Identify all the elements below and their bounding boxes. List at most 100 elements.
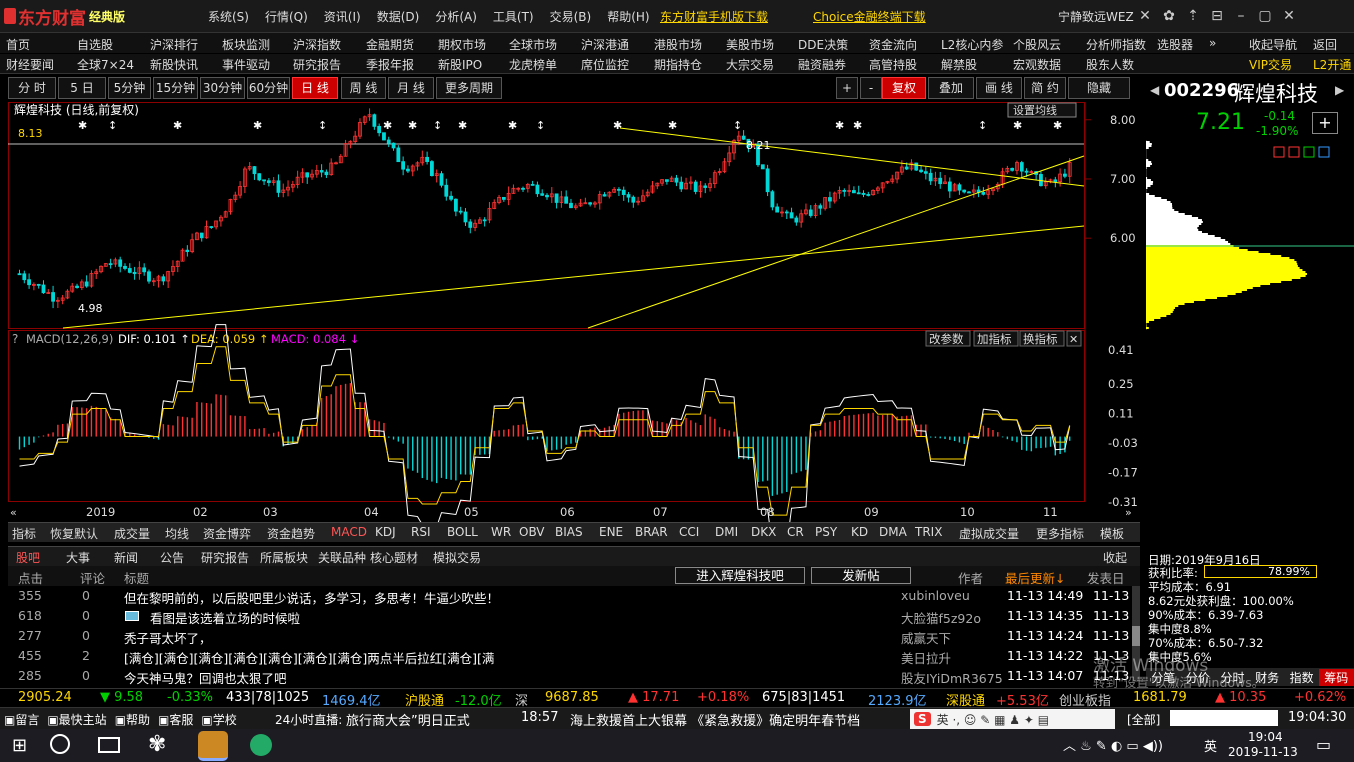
nav1-item-9[interactable]: 港股市场 <box>654 36 702 53</box>
col-author[interactable]: 作者 <box>958 568 983 587</box>
menu-item-3[interactable]: 数据(D) <box>377 8 420 25</box>
period-8[interactable]: 月 线 <box>388 77 434 99</box>
indicator-2[interactable]: 成交量 <box>114 525 150 542</box>
nav1-item-3[interactable]: 板块监测 <box>222 36 270 53</box>
nav2-item-1[interactable]: 全球7×24 <box>77 56 134 73</box>
nav1-item-15[interactable]: 分析师指数 <box>1086 36 1146 53</box>
nav1-item-1[interactable]: 自选股 <box>77 36 113 53</box>
col-updated[interactable]: 最后更新↓ <box>1005 568 1065 587</box>
indicator-6[interactable]: MACD <box>331 525 367 539</box>
news-headline[interactable]: 海上救援首上大银幕 《紧急救援》确定明年春节档 <box>570 710 860 729</box>
indicator-22[interactable]: TRIX <box>915 525 942 539</box>
event-marker[interactable]: ✱ <box>508 119 517 132</box>
status-item-2[interactable]: ▣帮助 <box>115 711 150 728</box>
nav1-item-14[interactable]: 个股风云 <box>1013 36 1061 53</box>
indicator-3[interactable]: 均线 <box>165 525 189 542</box>
forum-tab-5[interactable]: 所属板块 <box>260 549 308 566</box>
indicator-10[interactable]: WR <box>491 525 511 539</box>
chip-tab-5[interactable]: 筹码 <box>1318 668 1354 686</box>
next-stock-icon[interactable]: ▶ <box>1335 83 1344 97</box>
tray-icons[interactable]: ︿ ♨ ✎ ◐ ▭ ◀)) <box>1063 735 1163 754</box>
col-title[interactable]: 标题 <box>124 568 149 587</box>
nav1-item-10[interactable]: 美股市场 <box>726 36 774 53</box>
indicator-8[interactable]: RSI <box>411 525 431 539</box>
app-icon-fan[interactable]: ✾ <box>148 732 166 757</box>
chart-tool-4[interactable]: 画 线 <box>976 77 1022 99</box>
post-title[interactable]: 今天神马鬼？回调也太狠了吧 <box>124 668 287 687</box>
chart-tool-2[interactable]: 复权 <box>882 77 926 99</box>
enter-forum-button[interactable]: 进入辉煌科技吧 <box>675 567 805 584</box>
nav2-item-8[interactable]: 席位监控 <box>581 56 629 73</box>
maximize-icon[interactable]: ▢ <box>1253 4 1277 28</box>
nav1-item-11[interactable]: DDE决策 <box>798 36 848 53</box>
search-icon[interactable] <box>50 734 70 754</box>
nav1-item-19[interactable]: 返回 <box>1313 36 1337 53</box>
event-marker[interactable]: ✱ <box>173 119 182 132</box>
post-title[interactable]: 秃子哥太坏了， <box>124 628 212 647</box>
forum-tab-6[interactable]: 关联品种 <box>318 549 366 566</box>
indicator-18[interactable]: CR <box>787 525 804 539</box>
col-posted[interactable]: 发表日 <box>1087 568 1125 587</box>
nav1-item-12[interactable]: 资金流向 <box>869 36 917 53</box>
minimize-icon[interactable]: – <box>1229 4 1253 28</box>
indicator-25[interactable]: 模板 <box>1100 525 1124 542</box>
collapse-icon[interactable]: ⊟ <box>1205 4 1229 28</box>
event-marker[interactable]: ↕ <box>433 119 442 132</box>
macd-close-icon[interactable]: ✕ <box>1066 330 1082 347</box>
sh-index[interactable]: 2905.24 <box>18 690 72 705</box>
macd-btn-0[interactable]: 改参数 <box>925 330 971 347</box>
close-icon[interactable]: ✕ <box>1277 4 1301 28</box>
indicator-14[interactable]: BRAR <box>635 525 668 539</box>
event-marker[interactable]: ✱ <box>458 119 467 132</box>
chart-tool-1[interactable]: - <box>860 77 882 99</box>
forum-tab-4[interactable]: 研究报告 <box>201 549 249 566</box>
post-title[interactable]: [满仓][满仓][满仓][满仓][满仓][满仓][满仓]两点半后拉红[满仓][满 <box>124 648 494 667</box>
period-5[interactable]: 60分钟 <box>247 77 290 99</box>
all-news-link[interactable]: [全部] <box>1127 711 1160 728</box>
status-item-4[interactable]: ▣学校 <box>201 711 236 728</box>
indicator-4[interactable]: 资金博弈 <box>203 525 251 542</box>
period-9[interactable]: 更多周期 <box>436 77 502 99</box>
indicator-23[interactable]: 虚拟成交量 <box>959 525 1019 542</box>
post-row[interactable]: 355 0 但在黎明前的，以后股吧里少说话，多学习，多思考！牛逼少吹些！ xubinl… <box>8 586 1140 606</box>
prev-stock-icon[interactable]: ◀ <box>1150 83 1159 97</box>
event-marker[interactable]: ✱ <box>1013 119 1022 132</box>
status-item-3[interactable]: ▣客服 <box>158 711 193 728</box>
sogou-ime-icon[interactable]: S <box>914 712 931 726</box>
status-search-input[interactable] <box>1170 710 1278 726</box>
forum-tab-9[interactable]: 收起 <box>1103 549 1127 566</box>
event-marker[interactable]: ↕ <box>318 119 327 132</box>
task-view-icon[interactable] <box>98 737 120 753</box>
indicator-15[interactable]: CCI <box>679 525 699 539</box>
nav2-item-13[interactable]: 解禁股 <box>941 56 977 73</box>
event-marker[interactable]: ✱ <box>668 119 677 132</box>
indicator-24[interactable]: 更多指标 <box>1036 525 1084 542</box>
nav2-item-9[interactable]: 期指持仓 <box>654 56 702 73</box>
col-clicks[interactable]: 点击 <box>18 568 43 587</box>
forum-tab-2[interactable]: 新闻 <box>114 549 138 566</box>
status-item-1[interactable]: ▣最快主站 <box>47 711 106 728</box>
nav1-item-18[interactable]: 收起导航 <box>1249 36 1297 53</box>
period-3[interactable]: 15分钟 <box>153 77 198 99</box>
indicator-19[interactable]: PSY <box>815 525 837 539</box>
event-marker[interactable]: ✱ <box>613 119 622 132</box>
post-row[interactable]: 455 2 [满仓][满仓][满仓][满仓][满仓][满仓][满仓]两点半后拉红[满… <box>8 646 1140 666</box>
nav1-item-13[interactable]: L2核心内参 <box>941 36 1003 53</box>
nav2-item-3[interactable]: 事件驱动 <box>222 56 270 73</box>
nav2-item-10[interactable]: 大宗交易 <box>726 56 774 73</box>
event-marker[interactable]: ↕ <box>733 119 742 132</box>
forum-tab-0[interactable]: 股吧 <box>16 549 40 566</box>
nav2-item-12[interactable]: 高管持股 <box>869 56 917 73</box>
nav1-item-7[interactable]: 全球市场 <box>509 36 557 53</box>
post-title[interactable]: 看图是该选着立场的时候啦 <box>150 608 300 627</box>
post-row[interactable]: 277 0 秃子哥太坏了， 威赢天下 11-13 14:24 11-13 <box>8 626 1140 646</box>
nav2-item-5[interactable]: 季报年报 <box>366 56 414 73</box>
forum-tab-3[interactable]: 公告 <box>160 549 184 566</box>
menu-item-7[interactable]: 帮助(H) <box>607 8 649 25</box>
indicator-12[interactable]: BIAS <box>555 525 583 539</box>
choice-download-link[interactable]: Choice金融终端下载 <box>813 8 926 25</box>
event-marker[interactable]: ✱ <box>78 119 87 132</box>
ime-lang-icon[interactable]: 英 ·, ☺ ✎ ▦ ♟ ✦ ▤ <box>937 711 1049 728</box>
windows-start-icon[interactable]: ⊞ <box>12 735 27 756</box>
period-4[interactable]: 30分钟 <box>200 77 245 99</box>
